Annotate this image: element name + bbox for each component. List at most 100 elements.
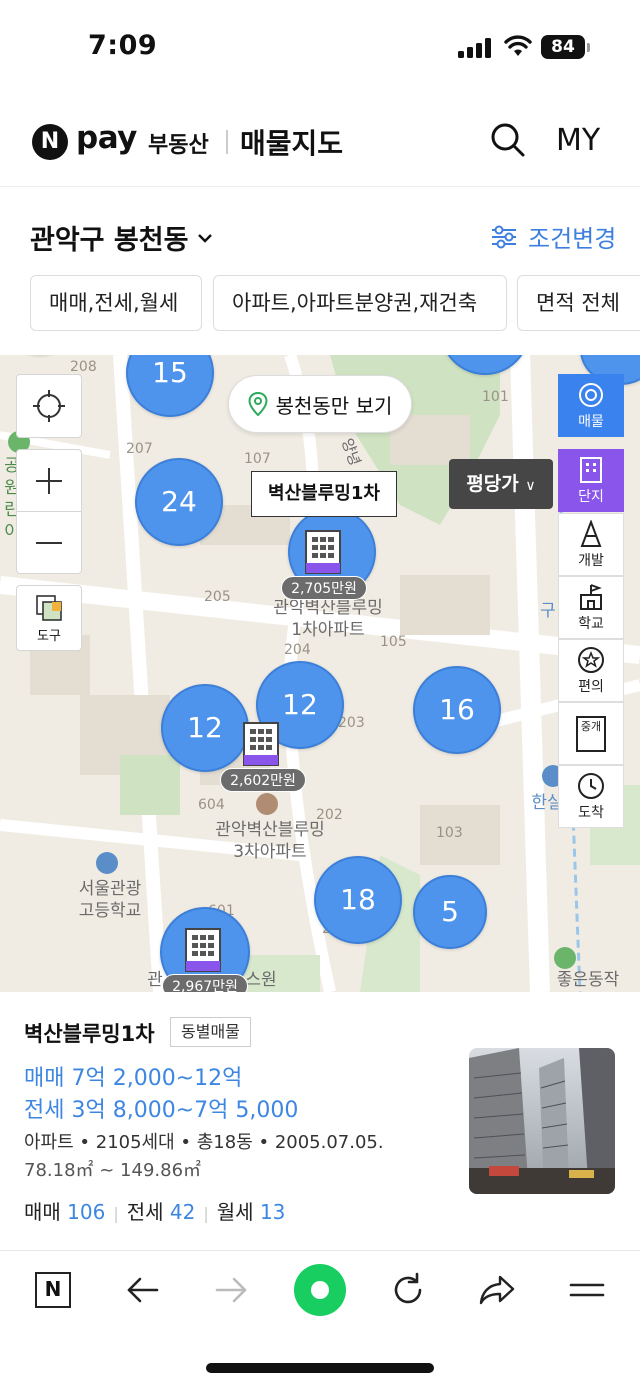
development-icon (580, 519, 602, 547)
naver-home-label: N (44, 1277, 62, 1301)
listing-counts: 매매 106 | 전세 42 | 월세 13 (24, 1196, 285, 1225)
share-button[interactable] (475, 1268, 519, 1312)
school-poi-icon[interactable] (96, 852, 118, 874)
location-pin-icon (248, 392, 268, 416)
filter-sliders-icon (492, 225, 516, 248)
wifi-icon (504, 35, 532, 56)
apartment-marker-icon[interactable] (242, 721, 280, 767)
cluster-marker[interactable]: 16 (413, 666, 501, 754)
complex-name-tooltip[interactable]: 벽산블루밍1차 (251, 471, 397, 517)
arrow-right-icon (215, 1277, 247, 1303)
broker-icon-text: 중개 (580, 719, 602, 733)
chevron-down-icon (198, 233, 213, 243)
layer-complex-button[interactable]: 단지 (558, 449, 624, 512)
logo-service-text[interactable]: 부동산 (148, 127, 209, 159)
map-view[interactable]: 208 207 206 205 107 101 204 105 605 203 … (0, 355, 640, 992)
layer-complex-label: 단지 (578, 488, 604, 505)
cluster-marker[interactable]: 5 (413, 875, 487, 949)
count-jeonse-value: 42 (169, 1200, 196, 1224)
apartment-marker-icon[interactable] (304, 529, 342, 575)
count-sale[interactable]: 매매 106 (24, 1196, 105, 1225)
refresh-button[interactable] (386, 1268, 430, 1312)
naver-home-icon: N (35, 1272, 71, 1308)
minus-icon (36, 541, 62, 544)
naver-home-button[interactable]: N (31, 1268, 75, 1312)
header-divider-line (0, 186, 640, 187)
chevron-down-icon: ∨ (525, 478, 536, 494)
block-number: 103 (436, 825, 463, 841)
cluster-marker[interactable]: 18 (314, 856, 402, 944)
battery-tip (587, 43, 590, 52)
zoom-in-button[interactable] (16, 449, 82, 512)
map-tools-label: 도구 (37, 628, 61, 644)
dong-only-label: 봉천동만 보기 (275, 393, 393, 418)
dong-only-button[interactable]: 봉천동만 보기 (228, 375, 412, 433)
layers-icon (36, 594, 62, 621)
clock-icon (578, 772, 604, 799)
building-poi-icon[interactable] (256, 793, 278, 815)
header-divider (226, 130, 228, 154)
layer-arrival-button[interactable]: 도착 (558, 765, 624, 828)
listing-icon (579, 382, 603, 407)
chip-property-type[interactable]: 아파트,아파트분양권,재건축 (213, 275, 507, 331)
block-number: 107 (244, 451, 271, 467)
cluster-marker[interactable]: 24 (135, 458, 223, 546)
cluster-marker[interactable]: 12 (161, 684, 249, 772)
forward-button[interactable] (209, 1268, 253, 1312)
chip-trade-type[interactable]: 매매,전세,월세 (30, 275, 202, 331)
map-label-right-1: 구 (540, 601, 556, 621)
back-button[interactable] (121, 1268, 165, 1312)
complex-photo[interactable] (469, 1048, 615, 1194)
park-poi-icon[interactable] (554, 947, 576, 969)
layer-convenience-button[interactable]: 편의 (558, 639, 624, 702)
green-dot-button[interactable] (294, 1264, 346, 1316)
condition-change-button[interactable]: 조건변경 (490, 219, 616, 254)
jeonse-price-range: 전세 3억 8,000~7억 5,000 (24, 1098, 299, 1123)
complex-icon (580, 456, 602, 483)
my-location-button[interactable] (16, 374, 82, 438)
condition-change-label: 조건변경 (528, 225, 617, 253)
count-sale-label: 매매 (24, 1200, 61, 1224)
logo-pay-text[interactable]: pay (76, 120, 137, 156)
price-marker[interactable]: 2,705만원 (281, 576, 367, 600)
pyeong-price-dropdown[interactable]: 평당가 ∨ (449, 459, 553, 509)
apartment-marker-icon[interactable] (184, 927, 222, 973)
plus-icon (36, 467, 62, 494)
count-separator: | (203, 1204, 209, 1223)
complex-area-range: 78.18㎡ ~ 149.86㎡ (24, 1160, 202, 1181)
layer-listing-button[interactable]: 매물 (558, 374, 624, 437)
region-selector[interactable]: 관악구 봉천동 (30, 218, 214, 257)
cellular-signal-icon (458, 38, 491, 58)
price-marker[interactable]: 2,967만원 (162, 974, 248, 992)
complex-meta: 아파트 • 2105세대 • 총18동 • 2005.07.05. (24, 1132, 384, 1153)
arrow-left-icon (127, 1277, 159, 1303)
layer-arrival-label: 도착 (578, 804, 604, 821)
my-button[interactable]: MY (556, 123, 600, 158)
map-tools-button[interactable]: 도구 (16, 585, 82, 651)
npay-logo-icon[interactable]: N (32, 124, 68, 160)
crosshair-icon (33, 390, 65, 422)
share-arrow-icon (479, 1275, 515, 1305)
green-dot-icon (311, 1281, 329, 1299)
dong-listings-badge[interactable]: 동별매물 (170, 1017, 251, 1047)
count-jeonse[interactable]: 전세 42 (127, 1196, 196, 1225)
map-label-complex1: 관악벽산블루밍 1차아파트 (273, 598, 383, 640)
count-monthly[interactable]: 월세 13 (217, 1196, 286, 1225)
menu-button[interactable] (565, 1268, 609, 1312)
layer-listing-label: 매물 (578, 413, 604, 430)
search-icon[interactable] (490, 122, 526, 158)
zoom-out-button[interactable] (16, 511, 82, 574)
layer-school-button[interactable]: 학교 (558, 576, 624, 639)
block-number: 204 (284, 642, 311, 658)
home-indicator[interactable] (206, 1363, 434, 1373)
refresh-icon (394, 1272, 422, 1304)
map-label-bottom-right: 좋은동작 (556, 970, 620, 990)
chip-area[interactable]: 면적 전체 (517, 275, 640, 331)
count-separator: | (113, 1204, 119, 1223)
complex-title[interactable]: 벽산블루밍1차 (24, 1018, 155, 1048)
page-title: 매물지도 (240, 127, 344, 160)
layer-broker-button[interactable]: 중개 (558, 702, 624, 765)
layer-development-button[interactable]: 개발 (558, 513, 624, 576)
layer-development-label: 개발 (578, 552, 604, 569)
price-marker[interactable]: 2,602만원 (220, 768, 306, 792)
